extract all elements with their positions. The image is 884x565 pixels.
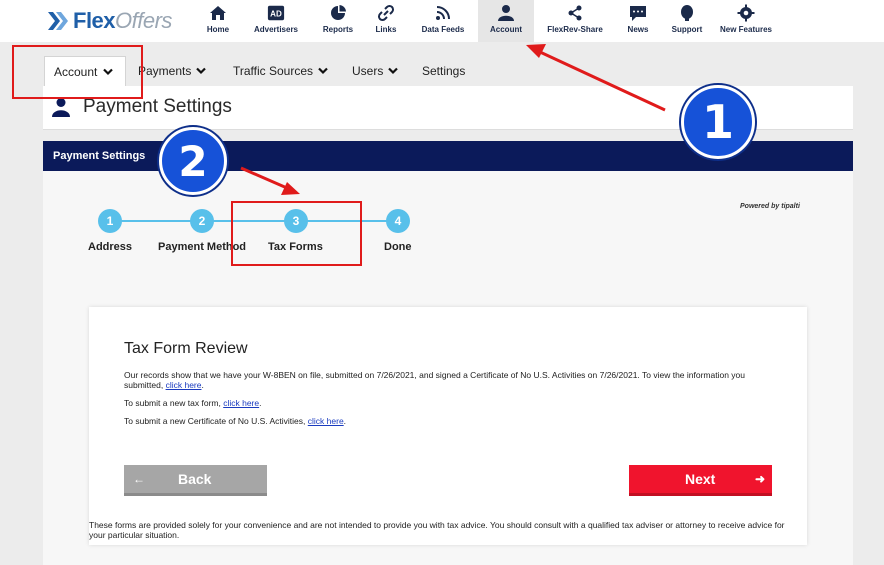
gear-icon [737, 4, 755, 22]
section-title: Payment Settings [53, 150, 146, 162]
nav-advertisers[interactable]: AD Advertisers [251, 0, 301, 42]
review-paragraph-3: To submit a new Certificate of No U.S. A… [124, 416, 347, 426]
review-p3-text: To submit a new Certificate of No U.S. A… [124, 416, 308, 426]
chevron-down-icon [318, 67, 328, 75]
flexoffers-logo[interactable]: Flex Offers [46, 6, 172, 36]
link-icon [377, 4, 395, 22]
nav-label: Account [490, 25, 522, 34]
chat-icon [630, 6, 646, 21]
nav-account[interactable]: Account [478, 0, 534, 42]
chevron-down-icon [196, 67, 207, 75]
page-title: Payment Settings [83, 96, 232, 117]
nav-data-feeds[interactable]: Data Feeds [419, 0, 467, 42]
logo-text-flex: Flex [73, 8, 116, 33]
subtab-payments[interactable]: Payments [138, 62, 207, 80]
new-tax-form-link[interactable]: click here [223, 398, 259, 408]
view-submitted-link[interactable]: click here [166, 380, 202, 390]
subtab-settings[interactable]: Settings [422, 62, 465, 80]
rss-icon [436, 6, 450, 20]
annotation-box-tax-forms [231, 201, 362, 266]
ad-icon: AD [267, 5, 285, 21]
subtab-users-label: Users [352, 64, 384, 78]
nav-new-features[interactable]: New Features [716, 0, 776, 42]
review-p1-text: Our records show that we have your W-8BE… [124, 370, 745, 390]
nav-label: New Features [719, 25, 773, 34]
ad-badge-text: AD [270, 10, 282, 19]
nav-label: Advertisers [253, 25, 299, 34]
back-button[interactable]: ← Back [124, 465, 267, 496]
new-certificate-link[interactable]: click here [308, 416, 344, 426]
chevron-down-icon [388, 67, 399, 75]
nav-label: FlexRev-Share [547, 25, 603, 34]
top-navigation-bar: Flex Offers Home AD Advertisers Reports … [0, 0, 884, 42]
subtab-traffic-label: Traffic Sources [233, 64, 314, 78]
nav-reports[interactable]: Reports [319, 0, 357, 42]
subtab-traffic-sources[interactable]: Traffic Sources [233, 62, 328, 80]
subtab-payments-label: Payments [138, 64, 192, 78]
next-button-label: Next [685, 471, 716, 487]
nav-label: Links [375, 25, 397, 34]
review-title: Tax Form Review [124, 340, 248, 357]
annotation-badge-1: 1 [681, 85, 755, 159]
review-paragraph-1: Our records show that we have your W-8BE… [124, 370, 745, 390]
step-2-dot: 2 [190, 209, 214, 233]
step-4-dot: 4 [386, 209, 410, 233]
next-button[interactable]: Next ➜ [629, 465, 772, 496]
nav-support[interactable]: Support [669, 0, 705, 42]
subtab-settings-label: Settings [422, 64, 466, 78]
back-button-label: Back [178, 471, 212, 487]
nav-label: Home [206, 25, 230, 34]
step-1-dot: 1 [98, 209, 122, 233]
nav-label: Support [671, 25, 703, 34]
nav-label: Data Feeds [421, 25, 465, 34]
powered-by-tipalti: Powered by tipalti [740, 203, 800, 210]
pie-chart-icon [331, 5, 346, 20]
user-icon [52, 98, 70, 117]
step-4-label: Done [384, 241, 412, 253]
nav-home[interactable]: Home [203, 0, 233, 42]
nav-news[interactable]: News [624, 0, 652, 42]
nav-label: Reports [322, 25, 354, 34]
review-p2-text: To submit a new tax form, [124, 398, 224, 408]
review-paragraph-2: To submit a new tax form, click here. [124, 398, 262, 408]
user-icon [498, 5, 514, 21]
nav-label: News [627, 25, 649, 34]
nav-flexrev-share[interactable]: FlexRev-Share [545, 0, 605, 42]
annotation-box-account-tab [12, 45, 143, 99]
support-icon [681, 5, 693, 21]
arrow-left-icon: ← [133, 472, 145, 486]
arrow-right-icon: ➜ [755, 472, 766, 486]
flexoffers-logo-icon [48, 12, 68, 30]
share-icon [568, 5, 582, 21]
logo-text-offers: Offers [115, 8, 172, 33]
home-icon [210, 6, 226, 20]
subtab-users[interactable]: Users [352, 62, 399, 80]
tax-disclaimer: These forms are provided solely for your… [89, 520, 785, 540]
step-1-label: Address [88, 241, 133, 253]
nav-links[interactable]: Links [373, 0, 399, 42]
annotation-badge-2: 2 [159, 127, 227, 195]
